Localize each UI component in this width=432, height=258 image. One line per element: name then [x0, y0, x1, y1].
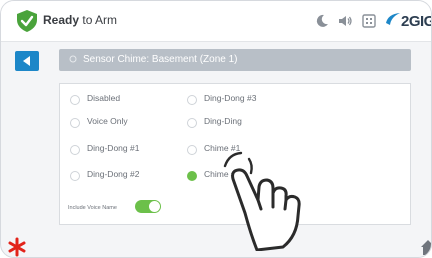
radio-button[interactable]	[187, 145, 197, 155]
system-status[interactable]: Ready to Arm	[43, 13, 117, 27]
shield-check-icon	[17, 10, 37, 32]
home-icon[interactable]	[421, 239, 432, 255]
asterisk-icon[interactable]	[7, 237, 27, 257]
include-voice-name-toggle[interactable]	[135, 200, 161, 213]
brand-logo-icon	[386, 13, 400, 25]
keypad-icon[interactable]	[361, 13, 377, 29]
sensor-icon	[69, 55, 77, 63]
radio-button[interactable]	[70, 145, 80, 155]
include-voice-name-label: Include Voice Name	[68, 205, 117, 211]
touchscreen-panel: Ready to Arm 2GIG Sensor Chime: Basement…	[0, 0, 432, 258]
radio-button[interactable]	[187, 95, 197, 105]
radio-button[interactable]	[70, 95, 80, 105]
back-arrow-icon	[23, 56, 30, 66]
status-bar: Ready to Arm 2GIG	[1, 1, 432, 42]
speaker-icon[interactable]	[337, 13, 353, 29]
brand-logo: 2GIG	[401, 13, 432, 30]
radio-button-selected[interactable]	[187, 171, 197, 181]
toggle-knob	[149, 201, 160, 212]
moon-icon[interactable]	[314, 13, 330, 29]
radio-button[interactable]	[70, 171, 80, 181]
pointing-hand-icon	[223, 151, 301, 251]
panel-title: Sensor Chime: Basement (Zone 1)	[83, 54, 238, 65]
radio-button[interactable]	[70, 118, 80, 128]
panel-header: Sensor Chime: Basement (Zone 1)	[59, 49, 411, 71]
back-button[interactable]	[15, 51, 39, 71]
radio-button[interactable]	[187, 118, 197, 128]
